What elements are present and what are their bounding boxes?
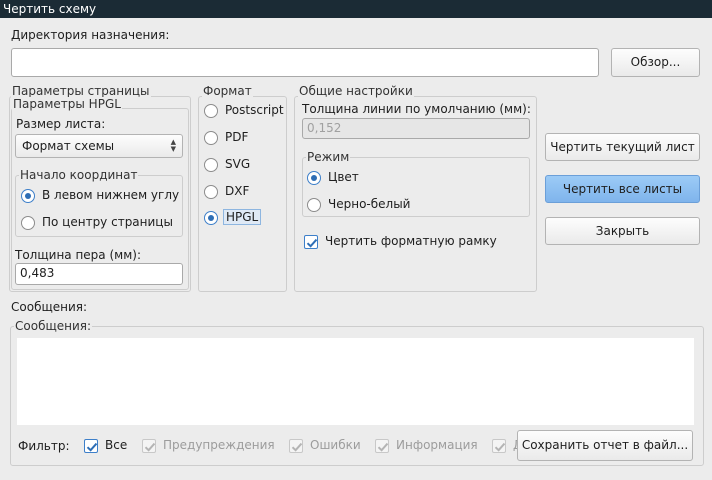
filter-info-checkbox[interactable]: Информация <box>375 438 485 456</box>
format-option-hpgl[interactable]: HPGL <box>204 209 286 228</box>
format-option-svg[interactable]: SVG <box>204 157 286 175</box>
line-width-input[interactable]: 0,152 <box>302 118 530 139</box>
radio-icon <box>307 198 321 212</box>
checkmark-icon <box>304 235 318 249</box>
sheet-size-value: Формат схемы <box>22 139 115 153</box>
save-report-button[interactable]: Сохранить отчет в файл... <box>517 430 693 461</box>
filter-label-text: Ошибки <box>310 438 361 452</box>
destination-label: Директория назначения: <box>11 28 170 42</box>
checkmark-icon <box>375 439 389 453</box>
destination-input[interactable] <box>11 48 599 77</box>
format-option-dxf[interactable]: DXF <box>204 184 286 202</box>
window-titlebar: Чертить схему <box>0 0 712 18</box>
format-option-label: HPGL <box>223 209 262 225</box>
mode-option-bw[interactable]: Черно-белый <box>307 197 507 215</box>
origin-option-center[interactable]: По центру страницы <box>21 215 181 233</box>
filter-label-text: Все <box>105 438 128 452</box>
checkmark-icon <box>492 439 506 453</box>
mode-title: Режим <box>306 150 351 164</box>
radio-icon <box>204 185 218 199</box>
mode-option-label: Черно-белый <box>328 197 411 211</box>
origin-title: Начало координат <box>19 168 139 182</box>
checkmark-icon <box>142 439 156 453</box>
messages-label: Сообщения: <box>11 300 88 314</box>
mode-option-label: Цвет <box>328 170 359 184</box>
pen-width-input[interactable]: 0,483 <box>15 263 183 285</box>
radio-icon <box>204 104 218 118</box>
mode-option-color[interactable]: Цвет <box>307 170 507 188</box>
page-params-title: Параметры страницы <box>11 84 151 98</box>
close-button[interactable]: Закрыть <box>545 217 700 245</box>
plot-all-sheets-button[interactable]: Чертить все листы <box>545 175 700 203</box>
filter-errors-checkbox[interactable]: Ошибки <box>289 438 369 456</box>
filter-warnings-checkbox[interactable]: Предупреждения <box>142 438 282 456</box>
filter-label-text: Информация <box>396 438 478 452</box>
format-option-label: Postscript <box>225 103 284 117</box>
format-title: Формат <box>202 84 253 98</box>
updown-arrows-icon: ▲ ▼ <box>170 138 176 153</box>
sheet-size-select[interactable]: Формат схемы ▲ ▼ <box>15 134 183 158</box>
line-width-label: Толщина линии по умолчанию (мм): <box>302 102 531 116</box>
origin-option-label: По центру страницы <box>42 215 173 229</box>
filter-label-text: Предупреждения <box>163 438 275 452</box>
format-option-label: PDF <box>225 130 249 144</box>
browse-button[interactable]: Обзор... <box>611 48 700 77</box>
messages-group-title: Сообщения: <box>14 319 93 333</box>
origin-option-label: В левом нижнем углу <box>42 188 180 202</box>
format-option-label: SVG <box>225 157 251 171</box>
checkmark-icon <box>289 439 303 453</box>
radio-icon <box>21 216 35 230</box>
checkmark-icon <box>84 439 98 453</box>
radio-icon <box>21 189 35 203</box>
filter-label: Фильтр: <box>18 439 70 453</box>
general-title: Общие настройки <box>298 84 414 98</box>
filter-all-checkbox[interactable]: Все <box>84 438 134 456</box>
radio-icon <box>204 211 218 225</box>
radio-icon <box>307 171 321 185</box>
plot-frame-checkbox[interactable]: Чертить форматную рамку <box>304 234 530 252</box>
plot-current-sheet-button[interactable]: Чертить текущий лист <box>545 133 700 161</box>
origin-option-bottom-left[interactable]: В левом нижнем углу <box>21 188 181 206</box>
format-option-pdf[interactable]: PDF <box>204 130 286 148</box>
radio-icon <box>204 158 218 172</box>
messages-log[interactable] <box>17 338 694 425</box>
sheet-size-label: Размер листа: <box>16 117 106 131</box>
radio-icon <box>204 131 218 145</box>
plot-frame-label: Чертить форматную рамку <box>325 234 497 248</box>
format-option-postscript[interactable]: Postscript <box>204 103 286 121</box>
window-title: Чертить схему <box>3 2 97 16</box>
format-option-label: DXF <box>225 184 250 198</box>
pen-width-label: Толщина пера (мм): <box>15 248 141 262</box>
hpgl-params-title: Параметры HPGL <box>12 97 122 111</box>
